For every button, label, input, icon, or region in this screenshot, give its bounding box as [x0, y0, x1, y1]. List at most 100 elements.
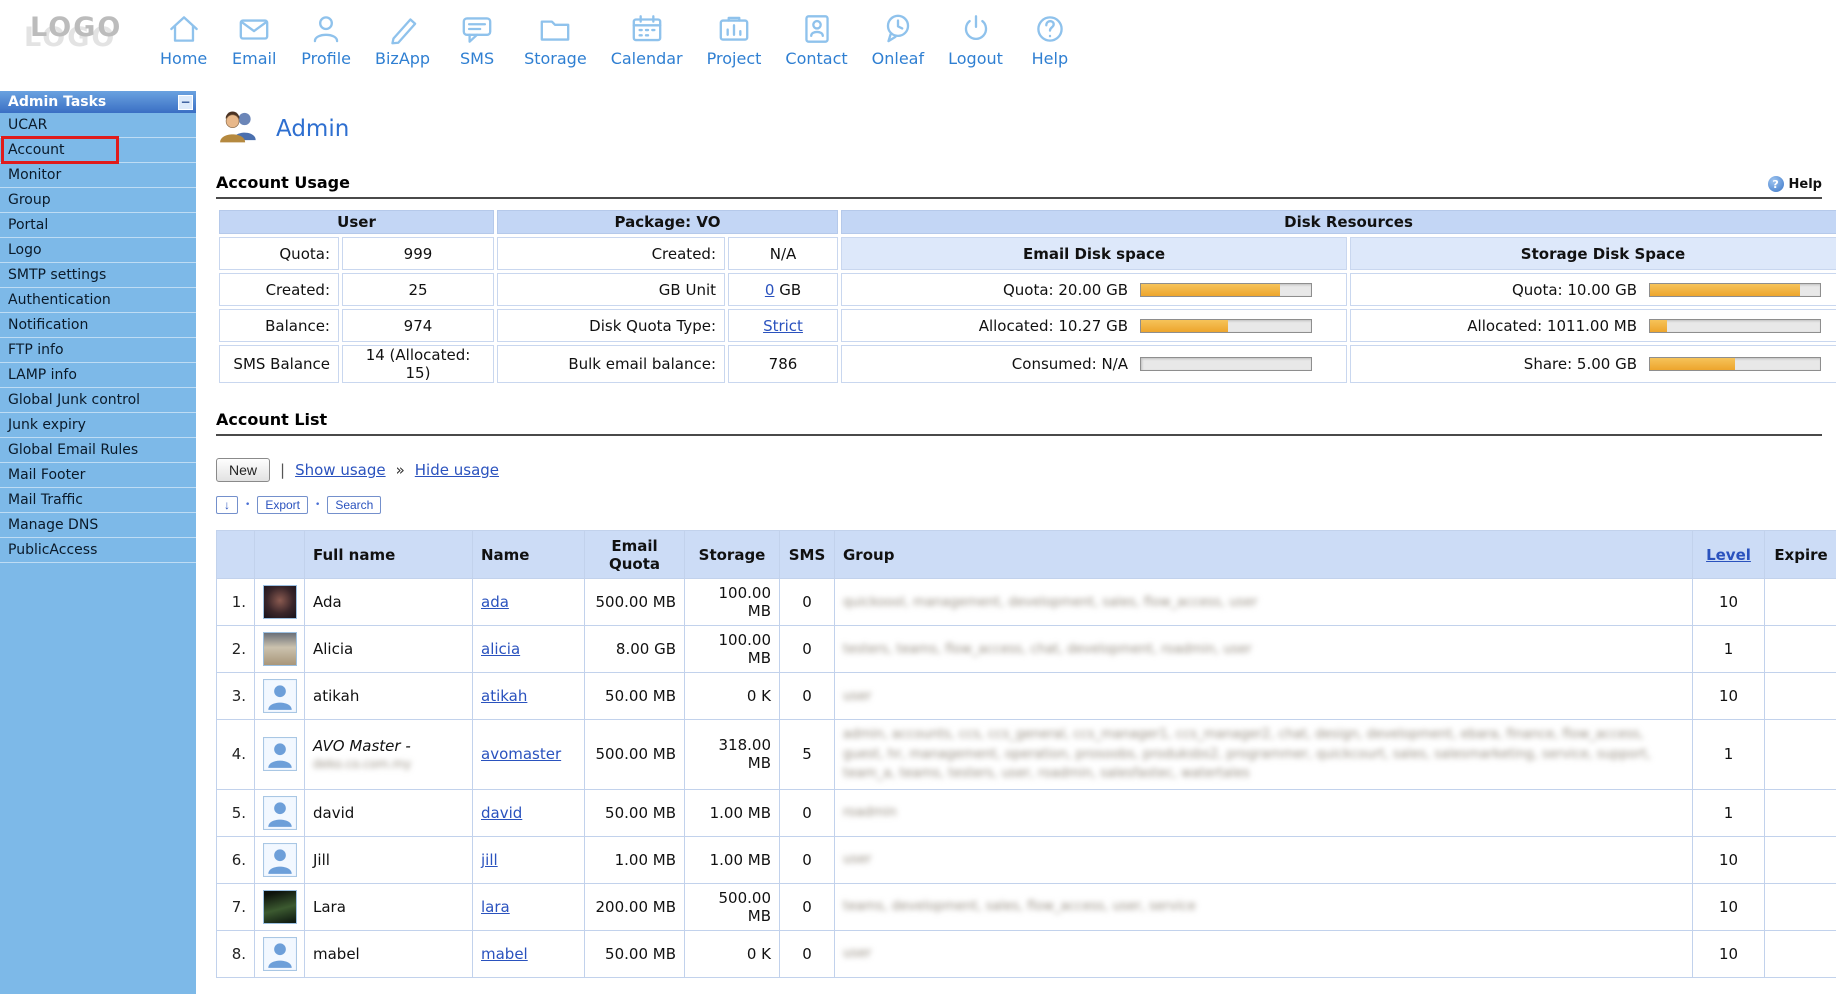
profile-icon	[307, 10, 345, 48]
account-link[interactable]: atikah	[481, 687, 527, 705]
nav-item-contact[interactable]: Contact	[785, 10, 847, 68]
sort-button[interactable]: ↓	[216, 496, 238, 514]
page-title: Admin	[276, 116, 349, 142]
sidebar-item-global-junk-control[interactable]: Global Junk control	[0, 388, 196, 413]
account-link[interactable]: david	[481, 804, 522, 822]
package-created-value: N/A	[728, 237, 838, 270]
calendar-icon	[628, 10, 666, 48]
email-allocated-cell: Allocated: 10.27 GB	[841, 309, 1347, 342]
sidebar-item-ftp-info[interactable]: FTP info	[0, 338, 196, 363]
nav-item-help[interactable]: Help	[1027, 10, 1073, 68]
sidebar-item-lamp-info[interactable]: LAMP info	[0, 363, 196, 388]
col-email-quota: Email Quota	[585, 531, 685, 579]
nav-item-profile[interactable]: Profile	[301, 10, 351, 68]
separator-chevron: »	[396, 461, 405, 479]
nav-item-project[interactable]: Project	[707, 10, 762, 68]
sidebar-item-publicaccess[interactable]: PublicAccess	[0, 538, 196, 563]
sidebar-item-manage-dns[interactable]: Manage DNS	[0, 513, 196, 538]
question-circle-icon	[1031, 10, 1069, 48]
sidebar-item-monitor[interactable]: Monitor	[0, 163, 196, 188]
sidebar-item-group[interactable]: Group	[0, 188, 196, 213]
avatar-photo	[263, 890, 297, 924]
section-title-account-list: Account List	[216, 410, 327, 429]
sidebar-item-account[interactable]: Account	[0, 138, 196, 163]
sidebar-item-global-email-rules[interactable]: Global Email Rules	[0, 438, 196, 463]
table-row: 2. Alicia alicia 8.00 GB 100.00 MB 0 tes…	[217, 626, 1836, 673]
col-name: Name	[473, 531, 585, 579]
col-fullname: Full name	[305, 531, 473, 579]
sidebar-item-notification[interactable]: Notification	[0, 313, 196, 338]
user-balance-label: Balance:	[219, 309, 339, 342]
collapse-button[interactable]: −	[178, 95, 193, 110]
top-bar: LOGO Home Email Profile BizApp SMS Stora…	[0, 0, 1836, 91]
bulk-email-balance-value: 786	[728, 345, 838, 383]
sidebar-item-logo[interactable]: Logo	[0, 238, 196, 263]
nav-item-storage[interactable]: Storage	[524, 10, 587, 68]
storage-allocated-bar-label: Allocated: 1011.00 MB	[1467, 317, 1637, 335]
bulk-email-balance-label: Bulk email balance:	[497, 345, 725, 383]
export-button[interactable]: Export	[257, 496, 308, 514]
clock-chat-icon	[879, 10, 917, 48]
sidebar-item-ucar[interactable]: UCAR	[0, 113, 196, 138]
show-usage-link[interactable]: Show usage	[295, 461, 386, 479]
storage-disk-space-header: Storage Disk Space	[1350, 237, 1836, 270]
project-icon	[715, 10, 753, 48]
table-row: 3. atikah atikah 50.00 MB 0 K 0 user 10	[217, 673, 1836, 720]
account-link[interactable]: avomaster	[481, 745, 561, 763]
nav-item-bizapp[interactable]: BizApp	[375, 10, 430, 68]
new-button[interactable]: New	[216, 458, 270, 482]
table-row: 6. Jill jill 1.00 MB 1.00 MB 0 user 10	[217, 836, 1836, 883]
page-header: Admin	[216, 109, 1822, 149]
user-group-header: User	[219, 210, 494, 234]
sidebar-item-junk-expiry[interactable]: Junk expiry	[0, 413, 196, 438]
separator-pipe: |	[280, 461, 285, 479]
col-storage: Storage	[685, 531, 780, 579]
user-balance-value: 974	[342, 309, 494, 342]
sidebar-header: Admin Tasks −	[0, 91, 196, 113]
sms-bubble-icon	[458, 10, 496, 48]
account-link[interactable]: alicia	[481, 640, 520, 658]
level-sort-link[interactable]: Level	[1706, 546, 1751, 564]
search-button[interactable]: Search	[327, 496, 381, 514]
email-disk-space-header: Email Disk space	[841, 237, 1347, 270]
avatar-person-icon	[263, 937, 297, 971]
email-quota-bar-label: Quota: 20.00 GB	[1003, 281, 1128, 299]
table-row: 1. Ada ada 500.00 MB 100.00 MB 0 quickoo…	[217, 579, 1836, 626]
main-content: Admin Account Usage ? Help User Package:…	[196, 91, 1836, 994]
gb-unit-link[interactable]: 0	[765, 281, 775, 299]
sidebar-item-authentication[interactable]: Authentication	[0, 288, 196, 313]
nav-item-email[interactable]: Email	[231, 10, 277, 68]
account-link[interactable]: ada	[481, 593, 509, 611]
nav-item-calendar[interactable]: Calendar	[611, 10, 683, 68]
group-list-blurred: user	[843, 850, 871, 870]
sidebar-item-smtp-settings[interactable]: SMTP settings	[0, 263, 196, 288]
sidebar-item-mail-traffic[interactable]: Mail Traffic	[0, 488, 196, 513]
sidebar-item-portal[interactable]: Portal	[0, 213, 196, 238]
hide-usage-link[interactable]: Hide usage	[415, 461, 499, 479]
account-link[interactable]: lara	[481, 898, 510, 916]
table-row: 4. AVO Master -deko.co.com.my avomaster …	[217, 720, 1836, 790]
disk-resources-header: Disk Resources	[841, 210, 1836, 234]
nav-item-home[interactable]: Home	[160, 10, 207, 68]
sidebar: Admin Tasks − UCAR Account Monitor Group…	[0, 91, 196, 994]
user-quota-label: Quota:	[219, 237, 339, 270]
sidebar-item-mail-footer[interactable]: Mail Footer	[0, 463, 196, 488]
nav-item-sms[interactable]: SMS	[454, 10, 500, 68]
group-list-blurred: roadmin	[843, 803, 897, 823]
account-link[interactable]: jill	[481, 851, 498, 869]
nav-item-logout[interactable]: Logout	[948, 10, 1003, 68]
storage-allocated-progress-bar	[1649, 319, 1821, 333]
section-title-account-usage: Account Usage	[216, 173, 350, 192]
storage-quota-progress-bar	[1649, 283, 1821, 297]
storage-share-cell: Share: 5.00 GB	[1350, 345, 1836, 383]
contact-card-icon	[798, 10, 836, 48]
nav-item-onleaf[interactable]: Onleaf	[872, 10, 924, 68]
help-link[interactable]: ? Help	[1768, 176, 1822, 192]
col-number	[217, 531, 255, 579]
email-consumed-cell: Consumed: N/A	[841, 345, 1347, 383]
separator-dot: •	[315, 500, 320, 510]
disk-quota-type-link[interactable]: Strict	[763, 317, 803, 335]
account-link[interactable]: mabel	[481, 945, 528, 963]
group-list-blurred: user	[843, 944, 871, 964]
fullname-cell: atikah	[305, 673, 473, 720]
